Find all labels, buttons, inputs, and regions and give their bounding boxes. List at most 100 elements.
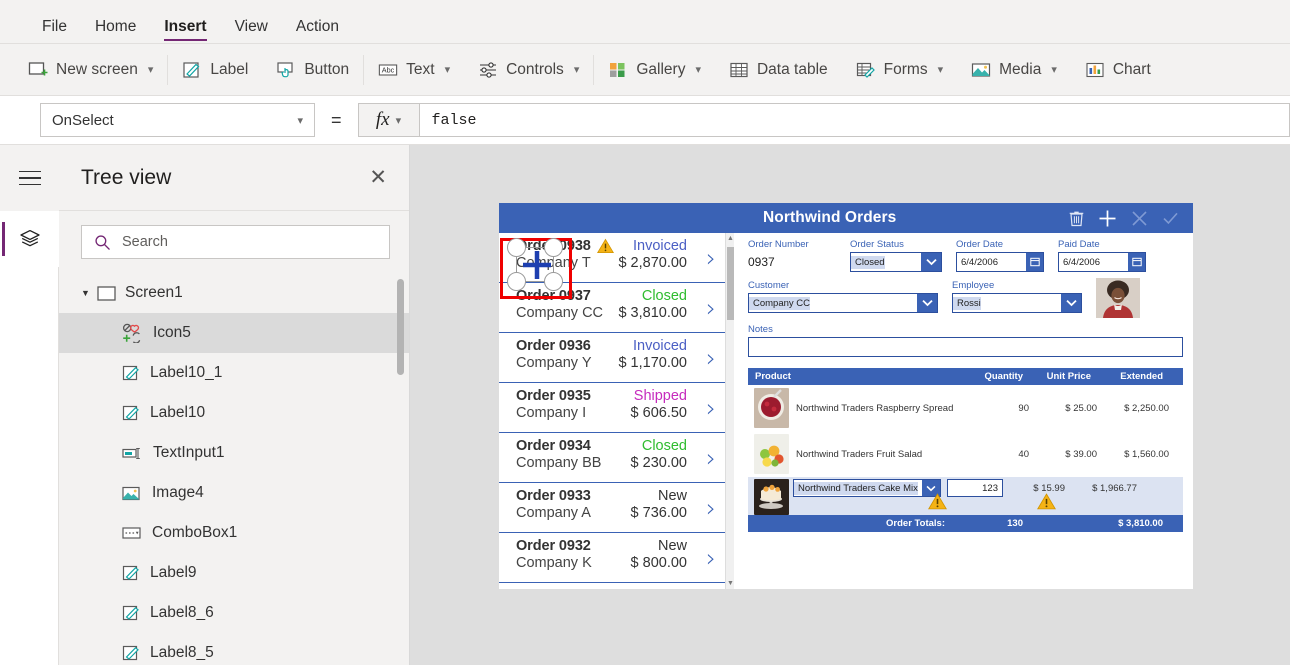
search-input[interactable]: Search [81,225,390,259]
check-icon[interactable] [1162,210,1179,227]
ribbon-gallery-button[interactable]: Gallery ▾ [594,52,715,88]
ribbon-media-button[interactable]: Media ▾ [957,52,1071,88]
quantity-input[interactable]: 123 [947,479,1003,497]
forms-icon [856,60,876,80]
gallery-rows: Order 0938 Invoiced Company T [499,233,727,583]
products-table: Product Quantity Unit Price Extended [748,368,1183,532]
chevron-down-icon[interactable] [917,294,937,312]
tree-node-label: Label10 [150,404,205,422]
tree-node-image4[interactable]: Image4 [59,473,409,513]
tree-node-textinput1[interactable]: TextInput1 [59,433,409,473]
gallery-scrollbar[interactable]: ▲ ▼ [725,233,734,589]
order-amount: $ 1,170.00 [618,355,687,371]
formula-input[interactable]: false [420,103,1290,137]
chevron-right-icon[interactable]: › [706,345,716,370]
tree-node-label: Label10_1 [150,364,222,382]
order-detail-form: Northwind Orders [734,203,1193,589]
tree-node-label10-1[interactable]: Label10_1 [59,353,409,393]
ribbon-text-button[interactable]: Abc Text ▾ [364,52,464,88]
ribbon-label-label: Label [210,61,248,79]
tree-node-label: Label9 [150,564,197,582]
product-row-fruit-salad[interactable]: Northwind Traders Fruit Salad 40 $ 39.00… [748,431,1183,477]
scroll-up-arrow-icon[interactable]: ▲ [727,235,734,242]
formula-bar: OnSelect ▾ = fx ▾ false [0,96,1290,145]
tree-node-screen1[interactable]: ▼ Screen1 [59,273,409,313]
cancel-icon[interactable] [1131,210,1148,227]
field-notes: Notes [734,318,1193,357]
paid-date-picker[interactable]: 6/4/2006 [1058,252,1146,272]
hamburger-menu-button[interactable] [0,145,59,211]
employee-combobox[interactable]: Rossi [952,293,1082,313]
tree-node-icon5[interactable]: Icon5 [59,313,409,353]
menu-item-file[interactable]: File [28,19,81,44]
chevron-right-icon[interactable]: › [706,245,716,270]
chevron-right-icon[interactable]: › [706,395,716,420]
gallery-row-0938[interactable]: Order 0938 Invoiced Company T [499,233,727,283]
order-amount: $ 736.00 [631,505,687,521]
chevron-right-icon[interactable]: › [706,495,716,520]
gallery-row-0935[interactable]: Order 0935 Shipped Company I $ 606.50 › [499,383,727,433]
close-icon[interactable]: ✕ [369,167,387,188]
ribbon-forms-button[interactable]: Forms ▾ [842,52,957,88]
field-label: Order Date [956,239,1044,250]
gallery-row-0932[interactable]: Order 0932 New Company K $ 800.00 › [499,533,727,583]
expand-triangle-icon[interactable]: ▼ [81,288,95,298]
menu-item-home[interactable]: Home [81,19,150,44]
menu-item-insert[interactable]: Insert [150,19,220,44]
gallery-scrollbar-thumb[interactable] [727,247,734,320]
product-extended: $ 1,966.77 [1065,479,1137,494]
product-thumbnail-raspberry-spread [754,388,789,428]
chevron-right-icon[interactable]: › [706,445,716,470]
menu-item-action[interactable]: Action [282,19,353,44]
tree-view-title: Tree view [81,166,171,190]
notes-input[interactable] [748,337,1183,357]
label-icon [122,644,141,663]
product-row-raspberry-spread[interactable]: Northwind Traders Raspberry Spread 90 $ … [748,385,1183,431]
gallery-row-0936[interactable]: Order 0936 Invoiced Company Y $ 1,170.00… [499,333,727,383]
order-status-dropdown[interactable]: Closed [850,252,942,272]
gallery-row-0933[interactable]: Order 0933 New Company A $ 736.00 › [499,483,727,533]
order-date-picker[interactable]: 6/4/2006 [956,252,1044,272]
ribbon-chart-button[interactable]: Chart [1071,52,1165,88]
ribbon-label-button[interactable]: Label [168,52,262,88]
detail-fields-row1: Order Number 0937 Order Status Closed [734,233,1193,272]
order-status: Shipped [634,388,687,404]
chevron-right-icon[interactable]: › [706,295,716,320]
fx-button[interactable]: fx ▾ [358,103,420,137]
trash-icon[interactable] [1069,210,1084,227]
gallery-row-0937[interactable]: Order 0937 Closed Company CC $ 3,810.00 … [499,283,727,333]
menu-item-view[interactable]: View [221,19,282,44]
scroll-down-arrow-icon[interactable]: ▼ [727,580,734,587]
ribbon-new-screen-button[interactable]: New screen ▾ [0,52,167,88]
customer-combobox[interactable]: Company CC [748,293,938,313]
gallery-row-0934[interactable]: Order 0934 Closed Company BB $ 230.00 › [499,433,727,483]
calendar-icon[interactable] [1128,253,1145,271]
rail-item-tree-view[interactable] [0,211,59,267]
calendar-icon[interactable] [1026,253,1043,271]
chevron-down-icon[interactable] [921,253,941,271]
field-label: Order Status [850,239,942,250]
tree-node-label8-5[interactable]: Label8_5 [59,633,409,665]
product-row-cake-mix[interactable]: Northwind Traders Cake Mix [748,477,1183,515]
tree-node-label9[interactable]: Label9 [59,553,409,593]
chevron-down-icon: ▾ [695,63,701,76]
chevron-down-icon: ▾ [297,114,303,127]
product-combobox[interactable]: Northwind Traders Cake Mix [793,479,941,497]
chevron-down-icon[interactable] [1061,294,1081,312]
property-dropdown[interactable]: OnSelect ▾ [40,103,315,137]
search-icon [94,234,111,251]
tree-node-label: Label8_6 [150,604,214,622]
ribbon-controls-button[interactable]: Controls ▾ [464,52,593,88]
chevron-right-icon[interactable]: › [706,545,716,570]
ribbon-button-button[interactable]: Button [262,52,363,88]
tree-node-label8-6[interactable]: Label8_6 [59,593,409,633]
product-name: Northwind Traders Raspberry Spread [789,403,959,414]
tree-node-label: Screen1 [125,284,183,302]
tree-scrollbar[interactable] [397,279,404,375]
tree-node-combobox1[interactable]: ComboBox1 [59,513,409,553]
new-screen-icon [28,60,48,80]
plus-icon[interactable] [1098,209,1117,228]
ribbon-data-table-button[interactable]: Data table [715,52,842,88]
field-customer: Customer Company CC [748,280,938,313]
tree-node-label10[interactable]: Label10 [59,393,409,433]
